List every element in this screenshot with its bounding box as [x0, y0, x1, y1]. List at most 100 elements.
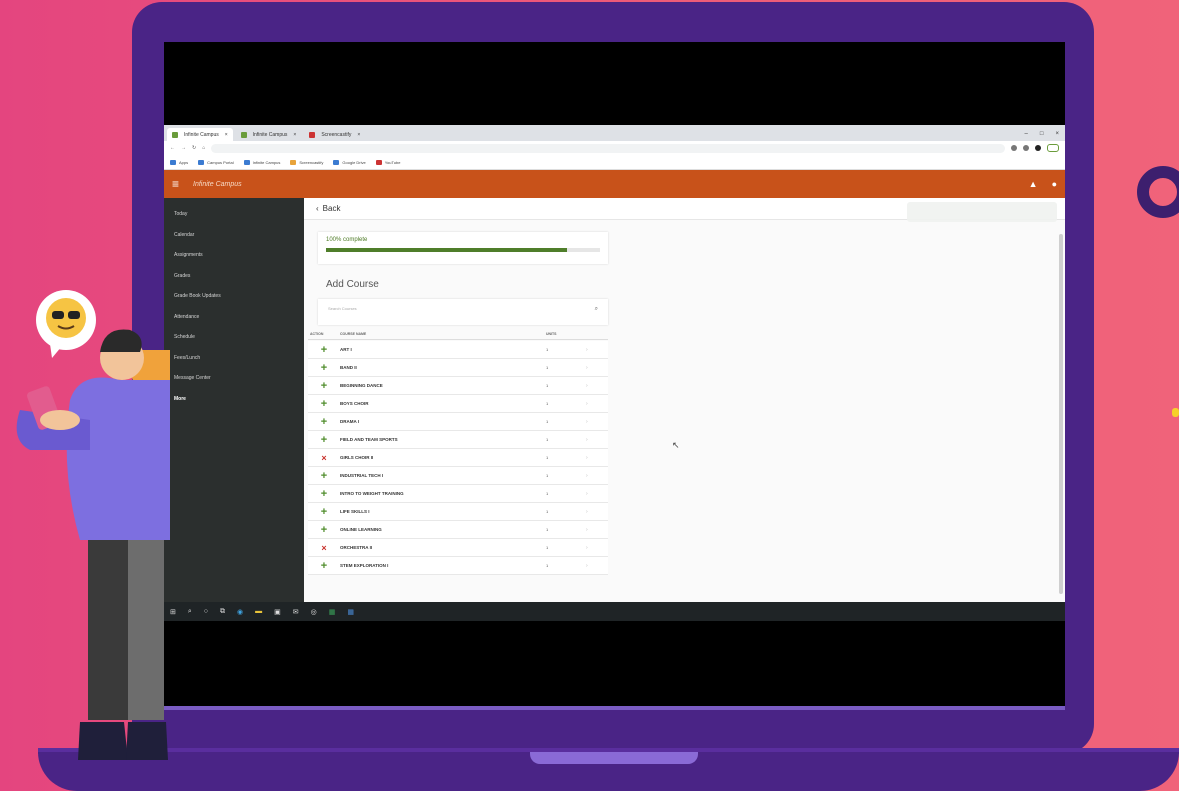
search-panel [907, 202, 1057, 222]
table-row: + STEM EXPLORATION I 1 › [308, 557, 608, 575]
browser-tab-3[interactable]: Screencastify × [304, 128, 365, 141]
sidebar-item-today[interactable]: Today [164, 206, 304, 227]
extension-button[interactable] [1047, 144, 1059, 152]
chevron-right-icon[interactable]: › [586, 545, 604, 551]
character-hand [40, 410, 80, 430]
bookmark-item[interactable]: YouTube [375, 159, 400, 165]
add-course-button[interactable]: + [308, 416, 340, 428]
chevron-right-icon[interactable]: › [586, 509, 604, 515]
tab-close-icon[interactable]: × [293, 132, 296, 138]
maximize-icon[interactable]: □ [1040, 131, 1044, 137]
bookmark-item[interactable]: Google Drive [333, 159, 366, 165]
course-name: ORCHESTRA II [340, 545, 373, 550]
character-illustration [16, 290, 170, 760]
sidebar-item-attendance[interactable]: Attendance [164, 309, 304, 330]
add-course-button[interactable]: + [308, 362, 340, 374]
sidebar-item-more[interactable]: More [164, 391, 304, 412]
cortana-icon[interactable]: ○ [204, 608, 208, 615]
chevron-right-icon[interactable]: › [586, 383, 604, 389]
extension-icon[interactable] [1011, 145, 1017, 151]
tab-label: Infinite Campus [252, 131, 288, 138]
course-search-input[interactable]: Search Courses ⌕ [318, 299, 608, 325]
user-icon[interactable]: ● [1052, 179, 1057, 189]
bookmark-item[interactable]: Screencastify [290, 159, 323, 165]
chevron-right-icon[interactable]: › [586, 527, 604, 533]
chevron-right-icon[interactable]: › [586, 437, 604, 443]
chevron-right-icon[interactable]: › [586, 365, 604, 371]
add-course-button[interactable]: + [308, 524, 340, 536]
table-row: + FIELD AND TEAM SPORTS 1 › [308, 431, 608, 449]
sidebar-item-grade-book-updates[interactable]: Grade Book Updates [164, 288, 304, 309]
add-course-button[interactable]: + [308, 470, 340, 482]
course-name: LIFE SKILLS I [340, 509, 370, 514]
close-icon[interactable]: × [1055, 131, 1059, 137]
character-right-shoe [126, 722, 168, 760]
table-row: + DRAMA I 1 › [308, 413, 608, 431]
windows-taskbar: ⊞ ⌕ ○ ⧉ ◉ ▬ ▣ ✉ ◎ ▦ ▦ [164, 602, 1065, 621]
back-chevron-icon[interactable]: ‹ [316, 204, 319, 213]
sidebar-item-fees-lunch[interactable]: Fees/Lunch [164, 350, 304, 371]
add-course-button[interactable]: + [308, 560, 340, 572]
bookmark-item[interactable]: Infinite Campus [243, 159, 280, 165]
excel-icon[interactable]: ▦ [329, 608, 336, 616]
mail-icon[interactable]: ✉ [293, 608, 299, 616]
chevron-right-icon[interactable]: › [586, 401, 604, 407]
extension-icon[interactable] [1023, 145, 1029, 151]
add-course-button[interactable]: + [308, 380, 340, 392]
course-name: DRAMA I [340, 419, 360, 424]
campus-logo[interactable]: Infinite Campus [193, 181, 242, 188]
edge-icon[interactable]: ◉ [237, 608, 243, 616]
bookmark-icon [333, 159, 340, 165]
course-cell: DRAMA I [340, 419, 490, 424]
chevron-right-icon[interactable]: › [586, 473, 604, 479]
bookmark-item[interactable]: Campus Portal [198, 159, 234, 165]
add-course-button[interactable]: + [308, 506, 340, 518]
chevron-right-icon[interactable]: › [586, 563, 604, 569]
remove-course-button[interactable]: × [308, 543, 340, 553]
scrollbar[interactable] [1059, 234, 1063, 594]
home-icon[interactable]: ⌂ [202, 145, 205, 151]
chevron-right-icon[interactable]: › [586, 455, 604, 461]
course-units: 1 [546, 437, 549, 442]
sunglasses-emoji-icon [46, 298, 86, 338]
task-view-icon[interactable]: ⧉ [220, 608, 225, 616]
remove-course-button[interactable]: × [308, 453, 340, 463]
table-row: + ONLINE LEARNING 1 › [308, 521, 608, 539]
course-cell: LIFE SKILLS I [340, 509, 490, 514]
sidebar-item-schedule[interactable]: Schedule [164, 329, 304, 350]
course-cell: INDUSTRIAL TECH I [340, 473, 490, 478]
search-icon[interactable]: ⌕ [595, 306, 598, 318]
sunglasses-left-lens [52, 311, 64, 319]
course-table-header: ACTION COURSE NAME UNITS [308, 332, 608, 340]
url-input[interactable] [211, 143, 1005, 153]
forward-arrow-icon[interactable]: → [181, 145, 186, 151]
sidebar-item-calendar[interactable]: Calendar [164, 227, 304, 248]
chevron-right-icon[interactable]: › [586, 347, 604, 353]
minimize-icon[interactable]: – [1025, 131, 1028, 137]
add-course-button[interactable]: + [308, 434, 340, 446]
add-course-button[interactable]: + [308, 344, 340, 356]
column-header-course: COURSE NAME [340, 332, 367, 336]
reload-icon[interactable]: ↻ [192, 145, 196, 151]
tab-close-icon[interactable]: × [357, 132, 360, 138]
chevron-right-icon[interactable]: › [586, 491, 604, 497]
back-link[interactable]: Back [323, 204, 341, 213]
browser-tab-2[interactable]: Infinite Campus × [236, 128, 302, 141]
sidebar-item-message-center[interactable]: Message Center [164, 370, 304, 391]
store-icon[interactable]: ▣ [274, 608, 281, 616]
add-course-button[interactable]: + [308, 398, 340, 410]
chrome-icon[interactable]: ◎ [311, 608, 317, 616]
decorative-ring [1137, 166, 1179, 218]
chevron-right-icon[interactable]: › [586, 419, 604, 425]
course-units: 1 [546, 383, 549, 388]
notification-bell-icon[interactable]: ▲ [1029, 179, 1038, 189]
search-icon[interactable]: ⌕ [188, 608, 192, 616]
sidebar-item-grades[interactable]: Grades [164, 268, 304, 289]
file-explorer-icon[interactable]: ▬ [255, 608, 262, 615]
table-row: × GIRLS CHOIR II 1 › [308, 449, 608, 467]
profile-avatar[interactable] [1035, 145, 1041, 151]
app-icon[interactable]: ▦ [347, 608, 354, 616]
add-course-button[interactable]: + [308, 488, 340, 500]
tab-close-icon[interactable]: × [225, 132, 228, 138]
sidebar-item-assignments[interactable]: Assignments [164, 247, 304, 268]
